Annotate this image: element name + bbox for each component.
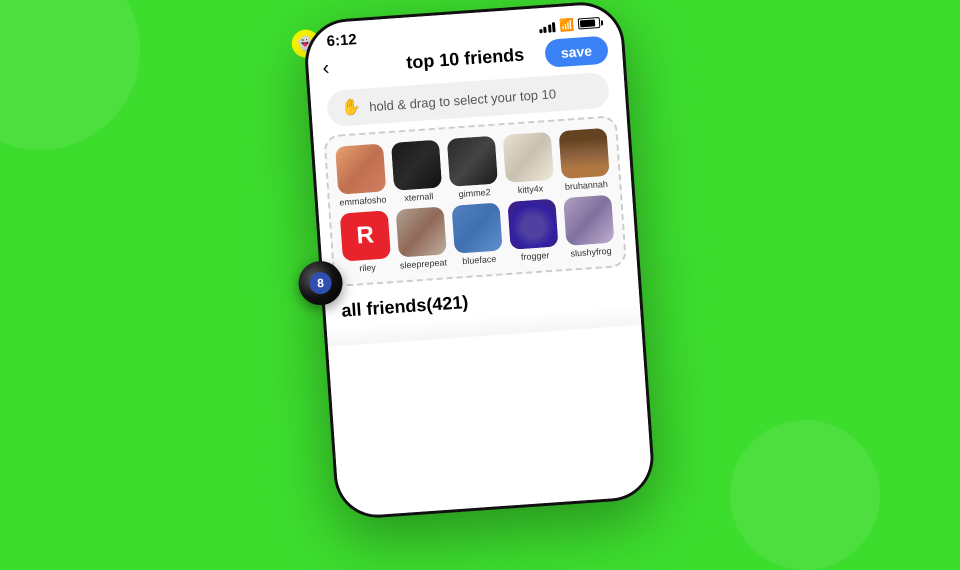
- list-item[interactable]: frogger: [506, 199, 560, 263]
- status-icons: 📶: [538, 16, 600, 34]
- friend-name: sleeprepeat: [400, 257, 448, 270]
- avatar: [396, 206, 447, 257]
- friend-name: frogger: [521, 250, 550, 262]
- list-item[interactable]: xternall: [390, 139, 444, 203]
- avatar: [391, 140, 442, 191]
- page-title: top 10 friends: [406, 44, 525, 73]
- top10-section: emmafosho xternall gimme2: [323, 115, 627, 287]
- all-friends-title: all friends(421): [341, 292, 469, 321]
- friend-name: gimme2: [458, 187, 491, 199]
- avatar: [507, 199, 558, 250]
- avatar: [447, 136, 498, 187]
- all-friends-label: all friends: [341, 295, 427, 321]
- phone-frame: 6:12 📶 ‹ top 10 friends: [302, 0, 656, 521]
- all-friends-count: (421): [426, 292, 469, 315]
- hint-text: hold & drag to select your top 10: [369, 86, 557, 114]
- friend-name: riley: [359, 262, 376, 273]
- list-item[interactable]: gimme2: [446, 136, 500, 200]
- avatar: [335, 143, 386, 194]
- avatar: [563, 195, 614, 246]
- list-item[interactable]: blueface: [450, 202, 504, 266]
- avatar: [503, 132, 554, 183]
- friend-name: emmafosho: [339, 194, 387, 207]
- friend-name: bruhannah: [565, 179, 609, 192]
- riley-letter: R: [356, 221, 375, 250]
- phone-screen: 6:12 📶 ‹ top 10 friends: [305, 3, 653, 518]
- magic-ball-symbol: 8: [309, 271, 332, 294]
- save-button[interactable]: save: [544, 35, 609, 67]
- list-item[interactable]: sleeprepeat: [395, 206, 449, 270]
- status-time: 6:12: [326, 31, 357, 50]
- list-item[interactable]: kitty4x: [502, 132, 556, 196]
- avatar: [451, 202, 502, 253]
- signal-icon: [538, 20, 555, 33]
- list-item[interactable]: emmafosho: [334, 143, 388, 207]
- battery-icon: [578, 17, 601, 30]
- wifi-icon: 📶: [559, 17, 575, 32]
- hand-icon: ✋: [341, 97, 362, 118]
- friends-grid: emmafosho xternall gimme2: [334, 128, 616, 275]
- avatar: [559, 128, 610, 179]
- friend-name: blueface: [462, 254, 497, 266]
- avatar: R: [340, 210, 391, 261]
- back-button[interactable]: ‹: [322, 57, 330, 80]
- friend-name: slushyfrog: [570, 246, 612, 259]
- friend-name: xternall: [404, 191, 434, 203]
- list-item[interactable]: bruhannah: [558, 128, 612, 192]
- friend-name: kitty4x: [517, 183, 543, 195]
- list-item[interactable]: slushyfrog: [562, 195, 616, 259]
- list-item[interactable]: R riley: [339, 210, 393, 274]
